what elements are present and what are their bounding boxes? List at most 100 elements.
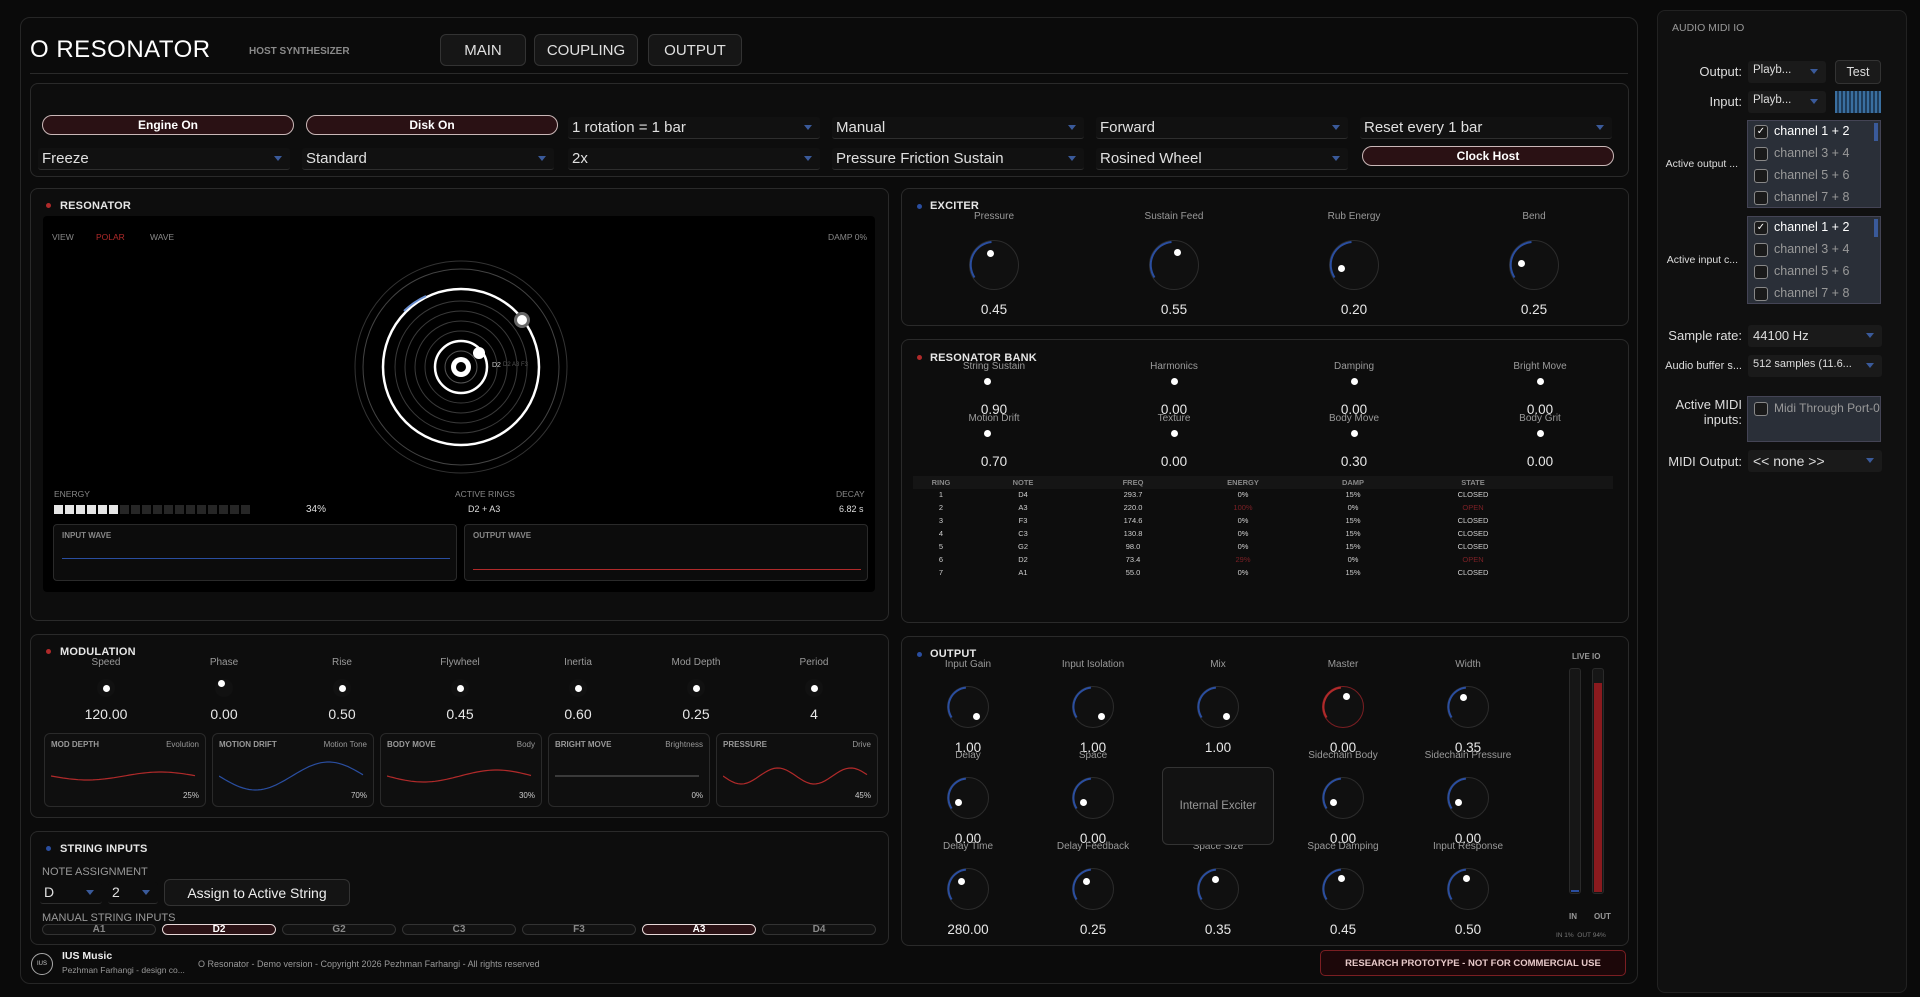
tab-main[interactable]: MAIN bbox=[440, 34, 526, 66]
sidechain-body-knob[interactable] bbox=[1322, 777, 1364, 819]
input-channel-checkbox[interactable] bbox=[1754, 265, 1768, 279]
input-scrollbar[interactable] bbox=[1874, 219, 1878, 237]
wheel-select[interactable]: Rosined Wheel bbox=[1096, 148, 1348, 170]
active-output-channels-list[interactable]: ✓ channel 1 + 2 channel 3 + 4 channel 5 … bbox=[1747, 120, 1881, 208]
audio-buffer-select[interactable]: 512 samples (11.6... bbox=[1748, 355, 1882, 377]
body-grit-knob[interactable] bbox=[1537, 430, 1544, 437]
delay-time-knob[interactable] bbox=[947, 868, 989, 910]
direction-select[interactable]: Forward bbox=[1096, 117, 1348, 139]
output-device-select[interactable]: Playb... bbox=[1748, 61, 1826, 83]
note-select[interactable]: D bbox=[40, 882, 102, 904]
table-row[interactable]: 7 A1 55.0 0% 15% CLOSED bbox=[913, 568, 1613, 581]
width-knob[interactable] bbox=[1447, 686, 1489, 728]
input-device-select[interactable]: Playb... bbox=[1748, 91, 1826, 113]
input-channel-label: channel 7 + 8 bbox=[1774, 286, 1850, 300]
live-io-label: LIVE IO bbox=[1572, 652, 1601, 661]
phase-knob[interactable] bbox=[215, 679, 233, 697]
disk-on-button[interactable]: Disk On bbox=[306, 115, 558, 135]
sidechain-pressure-knob[interactable] bbox=[1447, 777, 1489, 819]
input-channel-checkbox[interactable] bbox=[1754, 287, 1768, 301]
harmonics-knob[interactable] bbox=[1171, 378, 1178, 385]
table-row[interactable]: 5 G2 98.0 0% 15% CLOSED bbox=[913, 542, 1613, 555]
delay-knob[interactable] bbox=[947, 777, 989, 819]
string-button-c3[interactable]: C3 bbox=[402, 924, 516, 935]
mod-card-body-move[interactable]: BODY MOVE Body 30% bbox=[380, 733, 542, 807]
mix-knob[interactable] bbox=[1197, 686, 1239, 728]
output-channel-checkbox[interactable] bbox=[1754, 191, 1768, 205]
table-cell: OPEN bbox=[1462, 555, 1484, 564]
pressure-knob[interactable] bbox=[969, 240, 1019, 290]
inertia-knob[interactable] bbox=[569, 679, 587, 697]
clock-host-button[interactable]: Clock Host bbox=[1362, 146, 1614, 166]
mod-depth-knob[interactable] bbox=[687, 679, 705, 697]
string-button-d4[interactable]: D4 bbox=[762, 924, 876, 935]
output-scrollbar[interactable] bbox=[1874, 123, 1878, 141]
rub-energy-knob[interactable] bbox=[1329, 240, 1379, 290]
texture-knob[interactable] bbox=[1171, 430, 1178, 437]
mod-card-mod-depth[interactable]: MOD DEPTH Evolution 25% bbox=[44, 733, 206, 807]
rotation-select[interactable]: 1 rotation = 1 bar bbox=[568, 117, 820, 139]
space-knob[interactable] bbox=[1072, 777, 1114, 819]
freeze-select[interactable]: Freeze bbox=[38, 148, 290, 170]
string-button-a3[interactable]: A3 bbox=[642, 924, 756, 935]
table-cell: CLOSED bbox=[1457, 490, 1489, 499]
view-polar-button[interactable]: POLAR bbox=[96, 232, 125, 242]
mode-select[interactable]: Manual bbox=[832, 117, 1084, 139]
output-channel-checkbox[interactable] bbox=[1754, 169, 1768, 183]
input-isolation-knob[interactable] bbox=[1072, 686, 1114, 728]
input-device-label: Input: bbox=[1709, 94, 1742, 109]
mod-card-pressure[interactable]: PRESSURE Drive 45% bbox=[716, 733, 878, 807]
assign-to-active-string-button[interactable]: Assign to Active String bbox=[164, 879, 350, 906]
table-row[interactable]: 4 C3 130.8 0% 15% CLOSED bbox=[913, 529, 1613, 542]
sample-rate-select[interactable]: 44100 Hz bbox=[1748, 325, 1882, 347]
input-channel-checkbox[interactable]: ✓ bbox=[1754, 221, 1768, 235]
tab-coupling[interactable]: COUPLING bbox=[534, 34, 638, 66]
knob-arc bbox=[1322, 686, 1342, 719]
output-channel-checkbox[interactable]: ✓ bbox=[1754, 125, 1768, 139]
table-row[interactable]: 2 A3 220.0 100% 0% OPEN bbox=[913, 503, 1613, 516]
string-button-d2[interactable]: D2 bbox=[162, 924, 276, 935]
space-damping-knob[interactable] bbox=[1322, 868, 1364, 910]
bright-move-knob[interactable] bbox=[1537, 378, 1544, 385]
engine-on-button[interactable]: Engine On bbox=[42, 115, 294, 135]
period-knob[interactable] bbox=[805, 679, 823, 697]
input-channel-checkbox[interactable] bbox=[1754, 243, 1768, 257]
midi-output-select[interactable]: << none >> bbox=[1748, 450, 1882, 472]
bend-knob[interactable] bbox=[1509, 240, 1559, 290]
input-gain-knob[interactable] bbox=[947, 686, 989, 728]
midi-inputs-list[interactable]: Midi Through Port-0 bbox=[1747, 396, 1881, 442]
table-cell: CLOSED bbox=[1457, 568, 1489, 577]
octave-select[interactable]: 2 bbox=[108, 882, 158, 904]
output-channel-checkbox[interactable] bbox=[1754, 147, 1768, 161]
motion-drift-knob[interactable] bbox=[984, 430, 991, 437]
table-row[interactable]: 1 D4 293.7 0% 15% CLOSED bbox=[913, 490, 1613, 503]
standard-select[interactable]: Standard bbox=[302, 148, 554, 170]
internal-exciter-button[interactable]: Internal Exciter bbox=[1162, 767, 1274, 845]
rise-knob[interactable] bbox=[333, 679, 351, 697]
mod-card-motion-drift[interactable]: MOTION DRIFT Motion Tone 70% bbox=[212, 733, 374, 807]
damping-knob[interactable] bbox=[1351, 378, 1358, 385]
active-input-channels-list[interactable]: ✓ channel 1 + 2 channel 3 + 4 channel 5 … bbox=[1747, 216, 1881, 304]
string-button-f3[interactable]: F3 bbox=[522, 924, 636, 935]
view-wave-button[interactable]: WAVE bbox=[150, 232, 174, 242]
tab-output[interactable]: OUTPUT bbox=[648, 34, 742, 66]
sustain-feed-knob[interactable] bbox=[1149, 240, 1199, 290]
mod-card-bright-move[interactable]: BRIGHT MOVE Brightness 0% bbox=[548, 733, 710, 807]
space-size-knob[interactable] bbox=[1197, 868, 1239, 910]
input-response-knob[interactable] bbox=[1447, 868, 1489, 910]
string-button-a1[interactable]: A1 bbox=[42, 924, 156, 935]
table-row[interactable]: 6 D2 73.4 29% 0% OPEN bbox=[913, 555, 1613, 568]
string-sustain-knob[interactable] bbox=[984, 378, 991, 385]
table-row[interactable]: 3 F3 174.6 0% 15% CLOSED bbox=[913, 516, 1613, 529]
body-move-knob[interactable] bbox=[1351, 430, 1358, 437]
speed-knob[interactable] bbox=[97, 679, 115, 697]
reset-select[interactable]: Reset every 1 bar bbox=[1360, 117, 1612, 139]
delay-feedback-knob[interactable] bbox=[1072, 868, 1114, 910]
string-button-g2[interactable]: G2 bbox=[282, 924, 396, 935]
test-button[interactable]: Test bbox=[1835, 60, 1881, 84]
flywheel-knob[interactable] bbox=[451, 679, 469, 697]
midi-through-checkbox[interactable] bbox=[1754, 402, 1768, 416]
master-knob[interactable] bbox=[1322, 686, 1364, 728]
multiplier-select[interactable]: 2x bbox=[568, 148, 820, 170]
exciter-model-select[interactable]: Pressure Friction Sustain bbox=[832, 148, 1084, 170]
